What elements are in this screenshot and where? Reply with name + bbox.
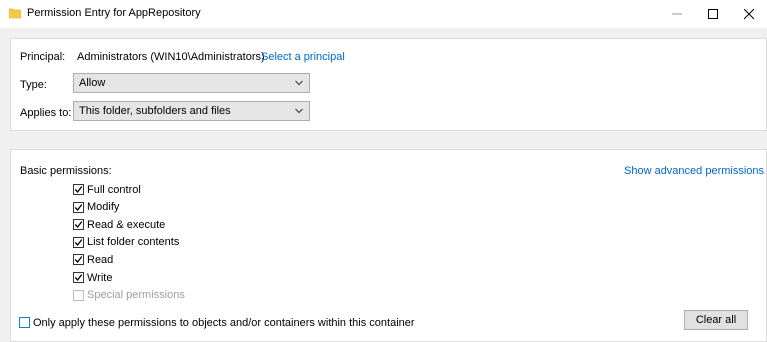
applies-to-label: Applies to: — [20, 107, 72, 119]
checkmark-icon — [74, 203, 83, 211]
chevron-down-icon — [295, 108, 303, 114]
basic-permissions-header: Basic permissions: — [20, 165, 112, 177]
checkmark-icon — [74, 186, 83, 193]
close-button[interactable] — [731, 0, 767, 28]
checkmark-icon — [74, 256, 83, 264]
permission-row[interactable]: Read — [73, 252, 113, 267]
type-dropdown[interactable]: Allow — [73, 73, 310, 93]
permission-row[interactable]: Full control — [73, 182, 141, 197]
only-apply-checkbox[interactable] — [19, 317, 30, 328]
permission-row: Special permissions — [73, 288, 185, 303]
permission-label: Modify — [87, 201, 120, 214]
principal-label: Principal: — [20, 51, 66, 63]
permission-row[interactable]: List folder contents — [73, 235, 179, 250]
show-advanced-permissions-link[interactable]: Show advanced permissions — [624, 165, 764, 177]
permission-checkbox[interactable] — [73, 201, 84, 213]
permission-checkbox[interactable] — [73, 272, 84, 283]
close-icon — [744, 9, 754, 19]
permission-checkbox[interactable] — [73, 254, 84, 266]
clear-all-button[interactable]: Clear all — [684, 310, 748, 330]
type-label: Type: — [20, 79, 47, 91]
permission-row[interactable]: Write — [73, 270, 112, 285]
principal-value: Administrators (WIN10\Administrators) — [77, 51, 265, 63]
minimize-icon — [672, 13, 682, 15]
window-title: Permission Entry for AppRepository — [27, 7, 201, 19]
permission-label: Full control — [87, 183, 141, 196]
applies-to-selected-value: This folder, subfolders and files — [79, 105, 231, 117]
checkmark-icon — [74, 238, 83, 246]
permission-checkbox[interactable] — [73, 219, 84, 231]
only-apply-checkbox-row[interactable]: Only apply these permissions to objects … — [19, 315, 415, 330]
permission-checkbox[interactable] — [73, 236, 84, 248]
permission-row[interactable]: Modify — [73, 200, 119, 215]
type-selected-value: Allow — [79, 77, 106, 89]
select-principal-link[interactable]: Select a principal — [261, 51, 345, 63]
checkmark-icon — [74, 274, 83, 281]
permission-label: Read & execute — [87, 218, 166, 231]
applies-to-dropdown[interactable]: This folder, subfolders and files — [73, 101, 310, 121]
permission-checkbox[interactable] — [73, 184, 84, 195]
permission-label: Read — [87, 253, 114, 266]
minimize-button[interactable] — [659, 0, 695, 28]
permission-checkbox — [73, 289, 84, 301]
maximize-button[interactable] — [695, 0, 731, 28]
folder-icon — [9, 8, 21, 19]
permission-label: Write — [87, 271, 113, 284]
permission-row[interactable]: Read & execute — [73, 217, 165, 232]
permission-label: List folder contents — [87, 236, 180, 249]
chevron-down-icon — [295, 80, 303, 86]
permission-label: Special permissions — [87, 289, 185, 302]
only-apply-label: Only apply these permissions to objects … — [33, 316, 415, 329]
checkmark-icon — [74, 221, 83, 229]
title-bar: Permission Entry for AppRepository — [0, 0, 767, 28]
maximize-icon — [708, 9, 718, 19]
